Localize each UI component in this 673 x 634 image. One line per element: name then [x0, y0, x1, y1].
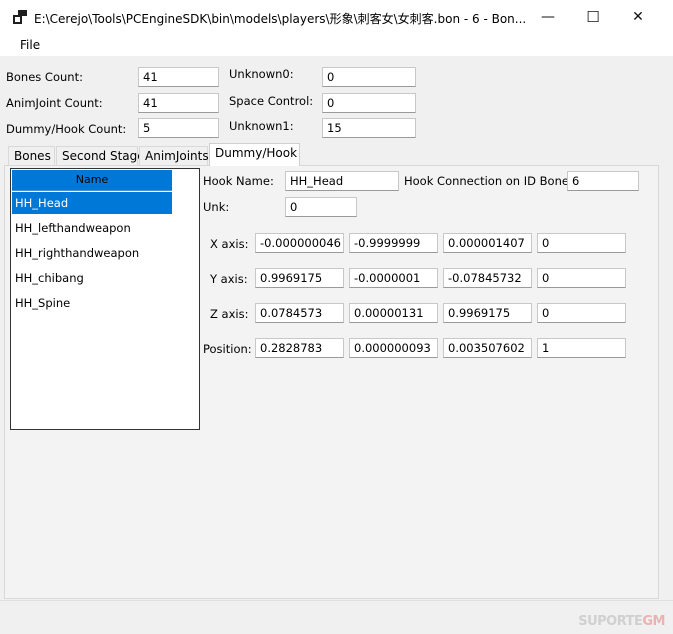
- x-axis-field-2[interactable]: -0.9999999: [349, 233, 438, 253]
- tab-animjoints[interactable]: AnimJoints: [139, 146, 209, 165]
- hook-connection-label: Hook Connection on ID Bone:: [404, 174, 573, 188]
- close-icon: ✕: [632, 9, 644, 25]
- unk-field[interactable]: 0: [285, 197, 357, 217]
- list-item[interactable]: HH_Head: [12, 192, 172, 214]
- list-header-name[interactable]: Name: [12, 170, 172, 191]
- watermark-logo: SUPORTEGM: [578, 614, 665, 629]
- z-axis-field-1[interactable]: 0.0784573: [255, 303, 344, 323]
- z-axis-field-3[interactable]: 0.9969175: [443, 303, 532, 323]
- z-axis-field-2[interactable]: 0.00000131: [349, 303, 438, 323]
- y-axis-field-4[interactable]: 0: [537, 268, 626, 288]
- title-bar[interactable]: E:\Cerejo\Tools\PCEngineSDK\bin\models\p…: [0, 0, 673, 34]
- unknown1-label: Unknown1:: [229, 119, 294, 133]
- minimize-button[interactable]: —: [525, 0, 571, 34]
- menu-item-file[interactable]: File: [14, 37, 46, 53]
- position-field-2[interactable]: 0.000000093: [349, 338, 438, 358]
- animjoint-count-field[interactable]: 41: [138, 93, 219, 113]
- maximize-icon: ☐: [586, 8, 600, 26]
- list-item[interactable]: HH_righthandweapon: [12, 242, 172, 264]
- x-axis-field-3[interactable]: 0.000001407: [443, 233, 532, 253]
- list-item[interactable]: HH_lefthandweapon: [12, 217, 172, 239]
- position-field-3[interactable]: 0.003507602: [443, 338, 532, 358]
- space-control-field[interactable]: 0: [322, 93, 416, 113]
- animjoint-count-label: AnimJoint Count:: [6, 96, 103, 110]
- bones-count-field[interactable]: 41: [138, 67, 219, 87]
- unk-label: Unk:: [203, 200, 230, 214]
- y-axis-label: Y axis:: [210, 272, 248, 286]
- y-axis-field-1[interactable]: 0.9969175: [255, 268, 344, 288]
- y-axis-field-2[interactable]: -0.0000001: [349, 268, 438, 288]
- tab-bones[interactable]: Bones: [8, 146, 55, 165]
- z-axis-label: Z axis:: [210, 307, 249, 321]
- minimize-icon: —: [541, 9, 555, 25]
- app-window-icon: [13, 10, 27, 24]
- hook-list[interactable]: Name HH_Head HH_lefthandweapon HH_righth…: [10, 168, 200, 430]
- tab-second-stage[interactable]: Second Stage: [56, 146, 145, 165]
- unknown0-label: Unknown0:: [229, 67, 294, 81]
- x-axis-label: X axis:: [210, 237, 249, 251]
- dummy-hook-count-field[interactable]: 5: [138, 118, 219, 138]
- position-field-4[interactable]: 1: [537, 338, 626, 358]
- maximize-button[interactable]: ☐: [570, 0, 616, 34]
- window-title: E:\Cerejo\Tools\PCEngineSDK\bin\models\p…: [34, 12, 527, 26]
- tab-dummy-hook[interactable]: Dummy/Hook: [209, 143, 300, 166]
- z-axis-field-4[interactable]: 0: [537, 303, 626, 323]
- list-item[interactable]: HH_chibang: [12, 267, 172, 289]
- close-button[interactable]: ✕: [615, 0, 661, 34]
- hook-connection-field[interactable]: 6: [567, 171, 639, 191]
- hook-name-label: Hook Name:: [203, 174, 274, 188]
- list-item[interactable]: HH_Spine: [12, 292, 172, 314]
- y-axis-field-3[interactable]: -0.07845732: [443, 268, 532, 288]
- unknown1-field[interactable]: 15: [322, 118, 416, 138]
- dummy-hook-count-label: Dummy/Hook Count:: [6, 122, 127, 136]
- x-axis-field-4[interactable]: 0: [537, 233, 626, 253]
- status-strip: [0, 600, 673, 634]
- unknown0-field[interactable]: 0: [322, 67, 416, 87]
- menu-bar: File: [0, 34, 673, 56]
- position-label: Position:: [203, 342, 252, 356]
- position-field-1[interactable]: 0.2828783: [255, 338, 344, 358]
- space-control-label: Space Control:: [229, 94, 314, 108]
- hook-name-field[interactable]: HH_Head: [285, 171, 399, 191]
- x-axis-field-1[interactable]: -0.000000046: [255, 233, 344, 253]
- bones-count-label: Bones Count:: [6, 70, 83, 84]
